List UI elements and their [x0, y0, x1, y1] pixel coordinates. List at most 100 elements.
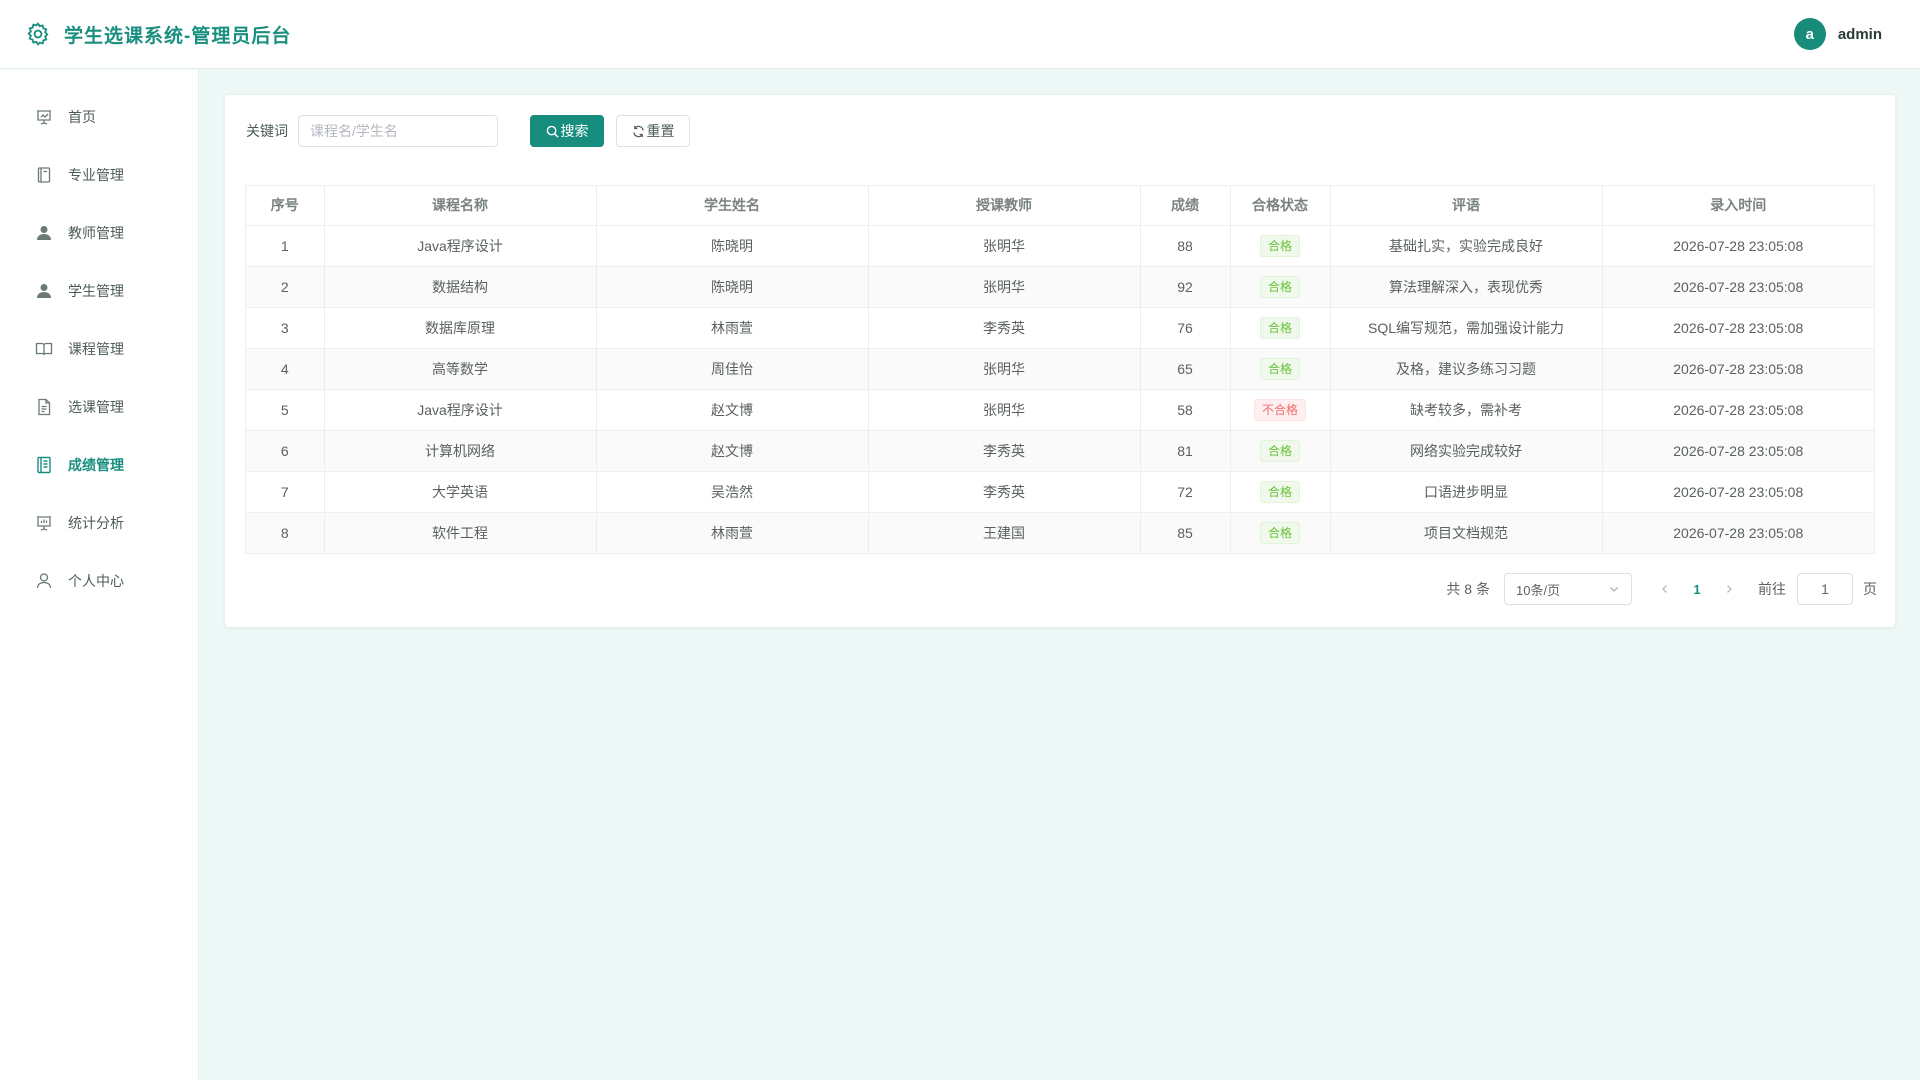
- cell-status: 合格: [1230, 225, 1331, 267]
- gear-icon: [25, 21, 51, 47]
- cell-course: 软件工程: [324, 512, 597, 553]
- sidebar-item-grades[interactable]: 成绩管理: [0, 436, 198, 494]
- sidebar-item-label: 专业管理: [68, 167, 124, 183]
- column-header: 成绩: [1140, 186, 1231, 226]
- column-header: 授课教师: [868, 186, 1141, 226]
- brand[interactable]: 学生选课系统-管理员后台: [25, 21, 291, 48]
- cell-no: 6: [246, 430, 325, 472]
- sidebar-item-profile[interactable]: 个人中心: [0, 552, 198, 610]
- username[interactable]: admin: [1838, 26, 1882, 43]
- cell-time: 2026-07-28 23:05:08: [1602, 512, 1874, 553]
- sidebar-item-statistics[interactable]: 统计分析: [0, 494, 198, 552]
- sidebar-item-label: 统计分析: [68, 515, 124, 531]
- cell-teacher: 张明华: [868, 348, 1141, 390]
- cell-teacher: 张明华: [868, 266, 1141, 308]
- sidebar-item-label: 教师管理: [68, 225, 124, 241]
- reset-button-label: 重置: [646, 123, 675, 139]
- avatar[interactable]: a: [1793, 18, 1826, 50]
- sidebar-item-majors[interactable]: 专业管理: [0, 146, 198, 204]
- cell-course: 高等数学: [324, 348, 597, 390]
- table-header-row: 序号 课程名称 学生姓名 授课教师 成绩 合格状态 评语 录入时间: [246, 186, 1874, 226]
- sidebar-item-home[interactable]: 首页: [0, 88, 198, 146]
- cell-teacher: 王建国: [868, 512, 1141, 553]
- document-icon: [35, 398, 53, 416]
- table-row[interactable]: 4 高等数学 周佳怡 张明华 65 合格 及格，建议多练习习题 2026-07-…: [246, 348, 1874, 390]
- goto-label: 前往: [1758, 581, 1786, 597]
- sidebar-item-students[interactable]: 学生管理: [0, 262, 198, 320]
- cell-comment: 项目文档规范: [1330, 512, 1603, 553]
- status-badge: 合格: [1259, 357, 1300, 380]
- cell-course: Java程序设计: [324, 389, 597, 431]
- cell-teacher: 张明华: [868, 389, 1141, 431]
- next-page-button[interactable]: [1714, 583, 1744, 595]
- cell-score: 92: [1140, 266, 1231, 308]
- cell-no: 7: [246, 471, 325, 513]
- cell-no: 8: [246, 512, 325, 553]
- sidebar-item-enrollment[interactable]: 选课管理: [0, 378, 198, 436]
- goto-page-input[interactable]: [1797, 573, 1853, 605]
- user-menu[interactable]: a admin: [1793, 18, 1882, 50]
- keyword-input[interactable]: [298, 115, 498, 147]
- cell-time: 2026-07-28 23:05:08: [1602, 471, 1874, 513]
- cell-time: 2026-07-28 23:05:08: [1602, 389, 1874, 431]
- table-row[interactable]: 1 Java程序设计 陈晓明 张明华 88 合格 基础扎实，实验完成良好 202…: [246, 225, 1874, 267]
- cell-time: 2026-07-28 23:05:08: [1602, 266, 1874, 308]
- chevron-down-icon: [1608, 583, 1620, 595]
- sidebar: 首页 专业管理 教师管理 学生管理 课程管理 选课管理 成绩管理 统计分析 个人…: [0, 70, 199, 1080]
- table-row[interactable]: 3 数据库原理 林雨萱 李秀英 76 合格 SQL编写规范，需加强设计能力 20…: [246, 307, 1874, 349]
- cell-course: Java程序设计: [324, 225, 597, 267]
- sidebar-item-courses[interactable]: 课程管理: [0, 320, 198, 378]
- status-badge: 合格: [1259, 316, 1300, 339]
- grades-card: 关键词 搜索 重置: [225, 95, 1895, 627]
- sidebar-item-label: 个人中心: [68, 573, 124, 589]
- keyword-label: 关键词: [246, 123, 288, 139]
- cell-student: 赵文博: [596, 389, 869, 431]
- search-icon: [546, 125, 561, 138]
- cell-score: 58: [1140, 389, 1231, 431]
- presentation-icon: [35, 108, 53, 126]
- reset-button[interactable]: 重置: [616, 115, 690, 147]
- user-filled-icon: [35, 224, 53, 242]
- cell-comment: 口语进步明显: [1330, 471, 1603, 513]
- table-row[interactable]: 8 软件工程 林雨萱 王建国 85 合格 项目文档规范 2026-07-28 2…: [246, 512, 1874, 553]
- notebook-icon: [35, 166, 53, 184]
- app-title: 学生选课系统-管理员后台: [64, 25, 292, 47]
- refresh-icon: [632, 125, 647, 138]
- status-badge: 合格: [1259, 521, 1300, 544]
- sidebar-item-teachers[interactable]: 教师管理: [0, 204, 198, 262]
- column-header: 评语: [1330, 186, 1603, 226]
- cell-score: 85: [1140, 512, 1231, 553]
- cell-score: 76: [1140, 307, 1231, 349]
- cell-status: 合格: [1230, 471, 1331, 513]
- top-header: 学生选课系统-管理员后台 a admin: [0, 0, 1920, 69]
- cell-student: 林雨萱: [596, 307, 869, 349]
- cell-student: 吴浩然: [596, 471, 869, 513]
- open-book-icon: [35, 340, 53, 358]
- cell-no: 4: [246, 348, 325, 390]
- table-row[interactable]: 5 Java程序设计 赵文博 张明华 58 不合格 缺考较多，需补考 2026-…: [246, 389, 1874, 431]
- tickets-icon: [35, 456, 53, 474]
- table-row[interactable]: 7 大学英语 吴浩然 李秀英 72 合格 口语进步明显 2026-07-28 2…: [246, 471, 1874, 513]
- page-number-current[interactable]: 1: [1680, 582, 1714, 597]
- search-form: 关键词 搜索 重置: [246, 115, 690, 147]
- sidebar-item-label: 选课管理: [68, 399, 124, 415]
- status-badge: 合格: [1259, 439, 1300, 462]
- search-button-label: 搜索: [560, 123, 589, 139]
- cell-student: 周佳怡: [596, 348, 869, 390]
- cell-status: 合格: [1230, 307, 1331, 349]
- search-button[interactable]: 搜索: [530, 115, 604, 147]
- status-badge: 不合格: [1253, 398, 1306, 421]
- cell-course: 计算机网络: [324, 430, 597, 472]
- table-row[interactable]: 2 数据结构 陈晓明 张明华 92 合格 算法理解深入，表现优秀 2026-07…: [246, 266, 1874, 308]
- cell-course: 数据结构: [324, 266, 597, 308]
- column-header: 合格状态: [1230, 186, 1331, 226]
- cell-no: 2: [246, 266, 325, 308]
- page-size-select[interactable]: 10条/页: [1504, 573, 1632, 605]
- sidebar-item-label: 课程管理: [68, 341, 124, 357]
- sidebar-item-label: 首页: [68, 109, 96, 125]
- cell-score: 81: [1140, 430, 1231, 472]
- table-row[interactable]: 6 计算机网络 赵文博 李秀英 81 合格 网络实验完成较好 2026-07-2…: [246, 430, 1874, 472]
- cell-score: 65: [1140, 348, 1231, 390]
- prev-page-button[interactable]: [1650, 583, 1680, 595]
- cell-comment: 网络实验完成较好: [1330, 430, 1603, 472]
